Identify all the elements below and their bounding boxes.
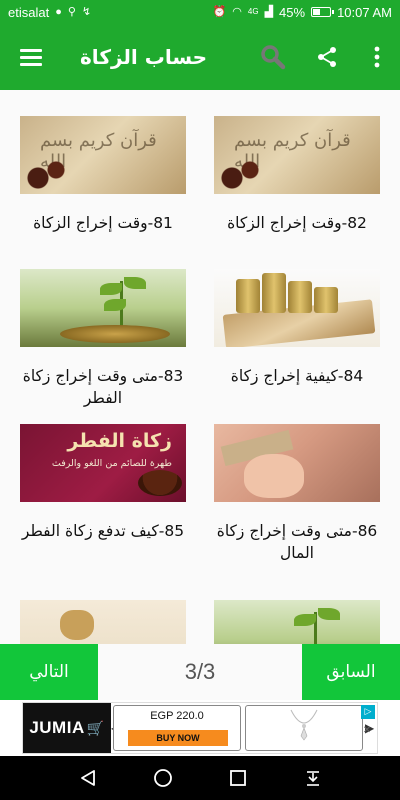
item-caption[interactable]: 81-وقت إخراج الزكاة [20,212,186,234]
zakat-fitr-banner-thumbnail[interactable]: زكاة الفطر طهرة للصائم من اللغو والرفث [20,424,186,502]
item-caption[interactable]: 83-متى وقت إخراج زكاة الفطر [20,365,186,409]
plant-coins-thumbnail[interactable] [214,600,380,644]
clock: 10:07 AM [337,4,392,20]
grid-item[interactable] [20,600,186,644]
share-button[interactable] [300,24,354,90]
recents-button[interactable] [218,758,258,798]
more-options-button[interactable] [354,24,400,90]
money-stacks-thumbnail[interactable] [214,269,380,347]
menu-icon [20,48,42,52]
share-icon [318,47,336,67]
data-saver-icon: ↯ [81,5,92,18]
notification-pull-button[interactable] [293,758,333,798]
back-button[interactable] [68,758,108,798]
plant-coins-thumbnail[interactable] [20,269,186,347]
menu-button[interactable] [0,24,62,90]
wifi-icon: ◠ [232,5,242,18]
page-indicator: 3/3 [184,659,216,684]
ad-banner[interactable]: JUMIA🛒 ◀ EGP 220.0 BUY NOW ▶ ▷ ✕ [0,700,400,756]
carrier-name: etisalat [8,4,50,20]
status-bar: etisalat ● ⚲ ↯ ⏰ ◠ 4G ▟ 45% 10:07 AM [0,0,400,24]
item-caption[interactable]: 85-كيف تدفع زكاة الفطر [20,520,186,542]
notification-pull-icon [306,771,319,786]
system-nav-bar [0,756,400,800]
grid-item[interactable]: 82-وقت إخراج الزكاة [214,116,380,234]
money-bag-thumbnail[interactable] [20,600,186,644]
previous-button[interactable]: السابق [302,644,400,700]
article-grid: 82-وقت إخراج الزكاة 81-وقت إخراج الزكاة … [0,90,400,644]
network-type: 4G [247,7,259,16]
app-bar: حساب الزكاة [0,24,400,90]
next-button[interactable]: التالي [0,644,98,700]
home-button[interactable] [143,758,183,798]
item-caption[interactable]: 82-وقت إخراج الزكاة [214,212,380,234]
necklace-image [290,709,318,741]
grid-item[interactable]: زكاة الفطر طهرة للصائم من اللغو والرفث 8… [20,424,186,542]
battery-icon [311,7,335,17]
page-title: حساب الزكاة [80,45,208,69]
globe-icon: ● [55,5,62,18]
search-button[interactable] [246,24,300,90]
item-caption[interactable]: 84-كيفية إخراج زكاة [214,365,380,387]
ad-product-card[interactable]: EGP 220.0 BUY NOW [113,705,241,751]
grid-item[interactable]: 83-متى وقت إخراج زكاة الفطر [20,269,186,409]
ad-product-card[interactable] [245,705,363,751]
back-icon [80,770,95,786]
battery-percent: 45% [279,4,306,20]
grid-item[interactable]: 86-متى وقت إخراج زكاة المال [214,424,380,564]
recents-icon [229,770,246,786]
signal-icon: ▟ [264,5,274,18]
quran-script-thumbnail[interactable] [20,116,186,194]
buy-now-button[interactable]: BUY NOW [128,730,228,746]
usb-icon: ⚲ [67,5,76,18]
jumia-logo[interactable]: JUMIA 🛒 [23,703,111,753]
quran-script-thumbnail[interactable] [214,116,380,194]
grid-item[interactable]: 84-كيفية إخراج زكاة [214,269,380,387]
ad-price: EGP 220.0 [150,710,204,722]
ad-close-icon[interactable]: ✕ [361,725,373,737]
more-vert-icon [374,46,380,68]
child-money-thumbnail[interactable] [214,424,380,502]
adchoices-icon[interactable]: ▷ [361,705,375,719]
grid-item[interactable]: 81-وقت إخراج الزكاة [20,116,186,234]
alarm-icon: ⏰ [212,5,227,18]
item-caption[interactable]: 86-متى وقت إخراج زكاة المال [214,520,380,564]
pagination-bar: التالي 3/3 السابق [0,644,400,700]
home-icon [153,769,172,787]
banner-subtitle: طهرة للصائم من اللغو والرفث [51,458,172,469]
banner-title: زكاة الفطر [67,430,172,452]
search-icon [261,45,286,70]
cart-icon: 🛒 [86,719,105,736]
grid-item[interactable] [214,600,380,644]
